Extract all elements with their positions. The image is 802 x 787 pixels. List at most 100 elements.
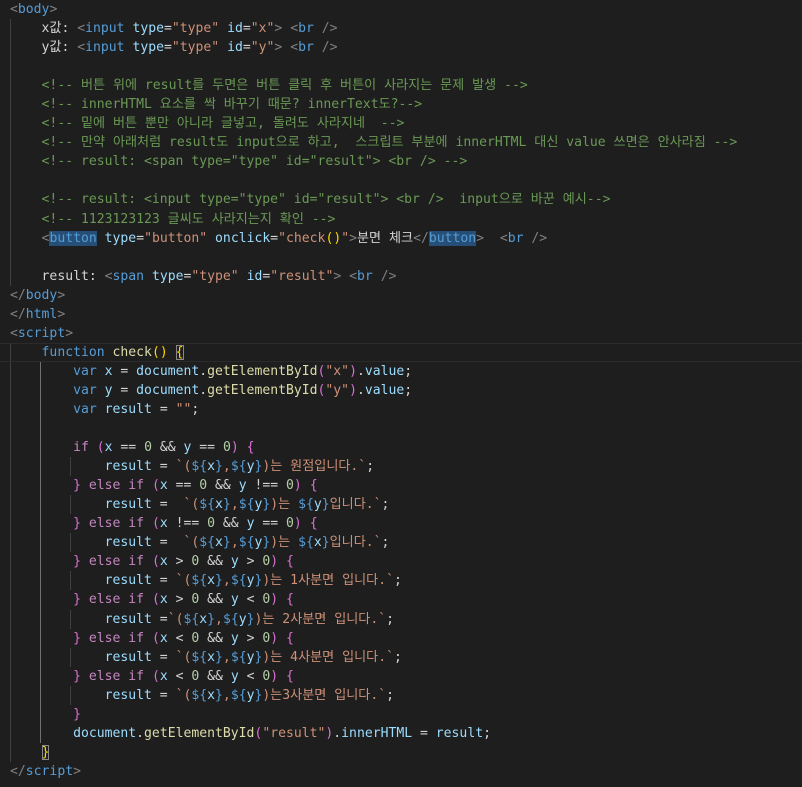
code-token-tag-punct: </ bbox=[413, 230, 429, 246]
code-line[interactable]: <!-- result: <span type="type" id="resul… bbox=[0, 152, 802, 172]
code-line[interactable]: } bbox=[0, 742, 802, 762]
indent-guide bbox=[70, 457, 72, 477]
code-line[interactable]: } else if (x < 0 && y < 0) { bbox=[0, 666, 802, 686]
code-line[interactable]: result = `(${x},${y})는 4사분면 입니다.`; bbox=[0, 647, 802, 667]
code-line[interactable]: result = `(${x},${y})는3사분면 입니다.`; bbox=[0, 685, 802, 705]
code-token-var: x bbox=[159, 630, 168, 646]
code-line[interactable]: result =`(${x},${y})는 2사분면 입니다.`; bbox=[0, 609, 802, 629]
code-line[interactable]: <!-- result: <input type="type" id="resu… bbox=[0, 190, 802, 210]
code-line[interactable]: } else if (x == 0 && y !== 0) { bbox=[0, 476, 802, 496]
code-token-text: && bbox=[207, 478, 239, 494]
indentation bbox=[10, 97, 42, 112]
code-token-tmpl: ${ bbox=[230, 687, 247, 703]
code-token-attr: id bbox=[227, 21, 243, 37]
code-token-tag-punct: < bbox=[10, 2, 18, 17]
indent-guide bbox=[70, 647, 72, 667]
code-line[interactable]: result = `(${x},${y})는 1사분면 입니다.`; bbox=[0, 571, 802, 591]
code-line[interactable]: </html> bbox=[0, 305, 802, 324]
indentation bbox=[10, 345, 42, 360]
code-line[interactable]: x값: <input type="type" id="x"> <br /> bbox=[0, 19, 802, 39]
code-line[interactable] bbox=[0, 171, 802, 191]
code-token-str: 입니다.` bbox=[329, 497, 382, 513]
indent-guide bbox=[10, 266, 11, 286]
indent-guide bbox=[10, 38, 11, 58]
code-line[interactable]: } else if (x < 0 && y > 0) { bbox=[0, 628, 802, 648]
code-token-str: , bbox=[222, 459, 231, 475]
code-token-var: x bbox=[104, 440, 113, 456]
indentation bbox=[10, 269, 42, 284]
code-token-fn: getElementById bbox=[207, 363, 318, 379]
code-line[interactable]: function check() { bbox=[0, 342, 802, 362]
code-token-text: ; bbox=[483, 725, 491, 741]
code-token-tmpl: ${ bbox=[298, 535, 314, 551]
code-line[interactable]: </body> bbox=[0, 286, 802, 305]
code-line[interactable]: } else if (x > 0 && y < 0) { bbox=[0, 590, 802, 610]
code-token-text: result: bbox=[41, 268, 105, 284]
indent-guide bbox=[10, 419, 11, 439]
code-token-tmpl: ${ bbox=[191, 649, 208, 665]
code-token-tag: body bbox=[17, 2, 50, 17]
code-token-tag-punct: < bbox=[77, 40, 86, 56]
code-token-str: "type" bbox=[171, 21, 220, 37]
code-token-str: , bbox=[230, 535, 239, 551]
indent-guide bbox=[40, 685, 42, 705]
code-line[interactable]: </script> bbox=[0, 762, 802, 781]
code-token-b2: ) bbox=[230, 440, 239, 456]
code-token-text: = bbox=[151, 401, 176, 417]
code-line[interactable]: var result = ""; bbox=[0, 399, 802, 420]
code-line[interactable]: if (x == 0 && y == 0) { bbox=[0, 438, 802, 458]
code-line[interactable] bbox=[0, 247, 802, 267]
code-line[interactable]: y값: <input type="type" id="y"> <br /> bbox=[0, 38, 802, 58]
code-line[interactable]: <script> bbox=[0, 324, 802, 343]
code-token-b2: ( bbox=[151, 630, 160, 646]
code-line[interactable]: <!-- 버튼 위에 result를 두면은 버튼 클릭 후 버튼이 사라지는 … bbox=[0, 76, 802, 96]
code-token-str: "y" bbox=[325, 382, 350, 398]
code-line[interactable]: <!-- 만약 아래처럼 result도 input으로 하고, 스크립트 부분… bbox=[0, 133, 802, 153]
code-token-tmpl: ${ bbox=[298, 497, 314, 513]
code-token-tag-hl: button bbox=[49, 230, 97, 246]
code-token-text: == bbox=[112, 440, 145, 456]
code-line[interactable]: result = `(${x},${y})는 ${x}입니다.`; bbox=[0, 533, 802, 553]
code-line[interactable]: result: <span type="type" id="result"> <… bbox=[0, 266, 802, 286]
code-editor[interactable]: <body> x값: <input type="type" id="x"> <b… bbox=[0, 0, 802, 787]
code-token-b1-match: { bbox=[175, 344, 184, 360]
code-token-text: ; bbox=[381, 497, 390, 513]
code-line[interactable]: <!-- 밑에 버튼 뿐만 아니라 글넣고, 돌려도 사라지네 --> bbox=[0, 114, 802, 134]
code-token-str: `( bbox=[175, 649, 192, 665]
code-line[interactable]: <body> bbox=[0, 0, 802, 19]
code-line[interactable]: <!-- innerHTML 요소를 싹 바꾸기 때문? innerText도?… bbox=[0, 95, 802, 115]
code-token-var: y bbox=[104, 382, 113, 398]
code-line[interactable]: document.getElementById("result").innerH… bbox=[0, 723, 802, 743]
code-line[interactable] bbox=[0, 57, 802, 77]
code-token-text: = bbox=[242, 40, 251, 56]
code-line[interactable]: <!-- 1123123123 글씨도 사라지는지 확인 --> bbox=[0, 209, 802, 229]
code-token-tag: br bbox=[298, 40, 314, 56]
code-token-text: ; bbox=[366, 459, 375, 475]
code-token-b2: } bbox=[73, 706, 81, 722]
code-line[interactable]: } else if (x !== 0 && y == 0) { bbox=[0, 514, 802, 534]
code-token-var: x bbox=[215, 535, 223, 551]
code-line[interactable]: var y = document.getElementById("y").val… bbox=[0, 380, 802, 400]
code-line[interactable]: } else if (x > 0 && y > 0) { bbox=[0, 552, 802, 572]
code-line[interactable] bbox=[0, 419, 802, 439]
code-token-tmpl: } bbox=[222, 535, 231, 551]
indent-guide bbox=[10, 343, 11, 361]
indent-guide bbox=[10, 476, 11, 496]
indent-guide bbox=[10, 495, 11, 515]
code-line[interactable]: result = `(${x},${y})는 원점입니다.`; bbox=[0, 457, 802, 477]
code-token-tmpl: ${ bbox=[222, 611, 239, 627]
code-line[interactable]: } bbox=[0, 704, 802, 724]
code-token-fn: check bbox=[112, 344, 152, 360]
code-token-str: )는3사분면 입니다.` bbox=[262, 687, 387, 703]
code-token-attr: type bbox=[132, 21, 164, 37]
code-line[interactable]: var x = document.getElementById("x").val… bbox=[0, 361, 802, 381]
code-token-var: result bbox=[104, 573, 152, 589]
code-line[interactable]: result = `(${x},${y})는 ${y}입니다.`; bbox=[0, 495, 802, 515]
code-line[interactable]: <button type="button" onclick="check()">… bbox=[0, 228, 802, 248]
code-token-b2: ) bbox=[270, 592, 279, 608]
indentation bbox=[10, 383, 73, 398]
